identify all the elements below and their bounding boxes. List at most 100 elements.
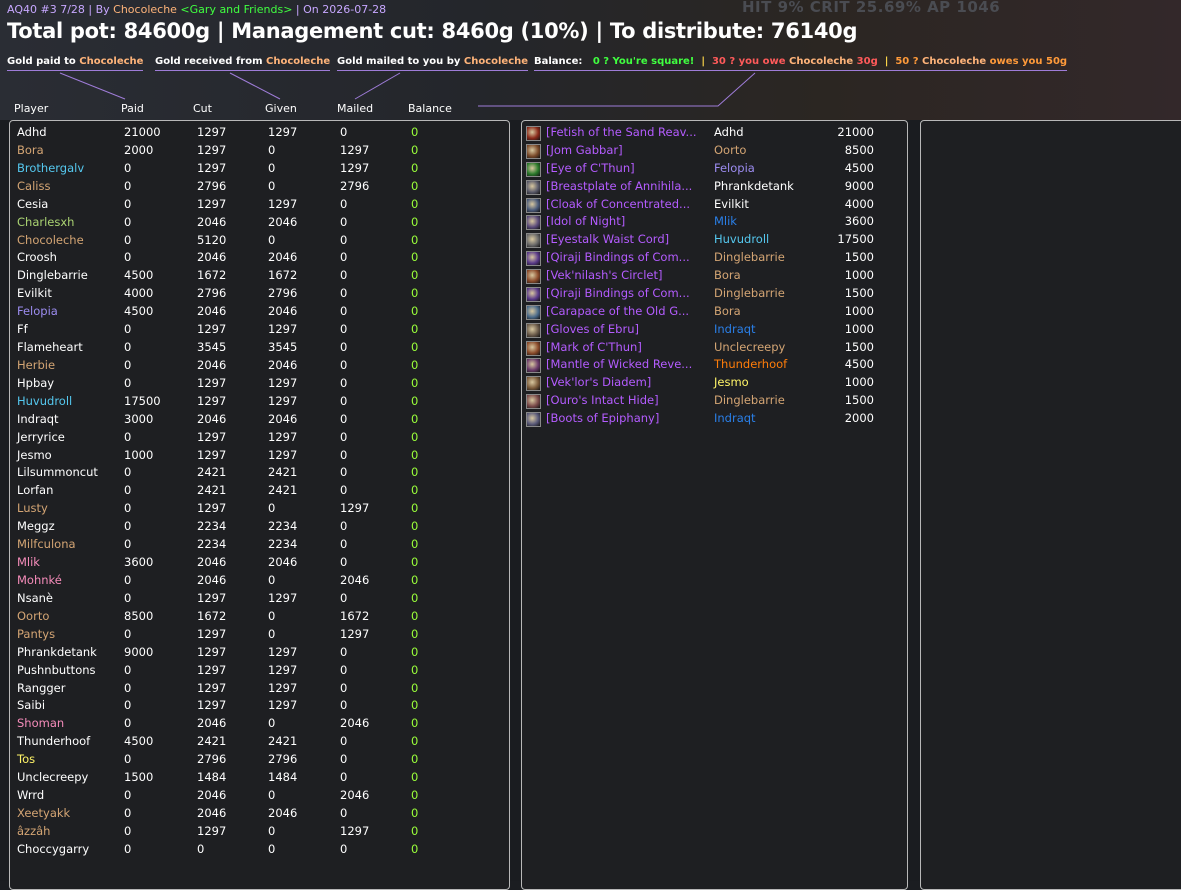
item-link[interactable]: [Gloves of Ebru]	[546, 322, 710, 336]
belt-icon[interactable]	[526, 233, 541, 249]
ring-icon[interactable]	[526, 269, 541, 285]
loot-row[interactable]: [Mark of C'Thun] Unclecreepy 1500	[522, 340, 907, 358]
table-row[interactable]: Rangger 0 1297 1297 0 0	[10, 681, 509, 699]
item-link[interactable]: [Idol of Night]	[546, 214, 710, 228]
idol-icon[interactable]	[526, 215, 541, 231]
table-row[interactable]: Croosh 0 2046 2046 0 0	[10, 250, 509, 268]
table-row[interactable]: Jesmo 1000 1297 1297 0 0	[10, 448, 509, 466]
item-link[interactable]: [Ouro's Intact Hide]	[546, 393, 710, 407]
table-row[interactable]: Xeetyakk 0 2046 2046 0 0	[10, 806, 509, 824]
player-name: Mohnké	[17, 573, 62, 587]
table-row[interactable]: Pantys 0 1297 0 1297 0	[10, 627, 509, 645]
loot-row[interactable]: [Ouro's Intact Hide] Dinglebarrie 1500	[522, 393, 907, 411]
table-row[interactable]: Oorto 8500 1672 0 1672 0	[10, 609, 509, 627]
skull-icon[interactable]	[526, 126, 541, 141]
bracer-icon[interactable]	[526, 286, 541, 302]
head-icon[interactable]	[526, 143, 541, 159]
table-row[interactable]: Lorfan 0 2421 2421 0 0	[10, 483, 509, 501]
table-row[interactable]: Tos 0 2796 2796 0 0	[10, 752, 509, 770]
gloves-icon[interactable]	[526, 322, 541, 338]
table-row[interactable]: Hpbay 0 1297 1297 0 0	[10, 376, 509, 394]
table-row[interactable]: âzzâh 0 1297 0 1297 0	[10, 824, 509, 842]
table-row[interactable]: Charlesxh 0 2046 2046 0 0	[10, 215, 509, 233]
loot-row[interactable]: [Eyestalk Waist Cord] Huvudroll 17500	[522, 232, 907, 250]
cloak-icon[interactable]	[526, 197, 541, 213]
table-row[interactable]: Nsanè 0 1297 1297 0 0	[10, 591, 509, 609]
loot-row[interactable]: [Mantle of Wicked Reve... Thunderhoof 4500	[522, 357, 907, 375]
table-row[interactable]: Choccygarry 0 0 0 0 0	[10, 842, 509, 860]
table-row[interactable]: Milfculona 0 2234 2234 0 0	[10, 537, 509, 555]
players-table-panel[interactable]: Adhd 21000 1297 1297 0 0 Bora 2000 1297 0 1297 0 Bro…	[9, 120, 510, 890]
player-cut: 1484	[197, 770, 227, 785]
mark-icon[interactable]	[526, 340, 541, 356]
loot-list-panel[interactable]: [Fetish of the Sand Reav... Adhd 21000 [Jom…	[521, 120, 908, 890]
table-row[interactable]: Brothergalv 0 1297 0 1297 0	[10, 161, 509, 179]
table-row[interactable]: Bora 2000 1297 0 1297 0	[10, 143, 509, 161]
player-given: 0	[268, 160, 276, 175]
table-row[interactable]: Huvudroll 17500 1297 1297 0 0	[10, 394, 509, 412]
eye-icon[interactable]	[526, 161, 541, 177]
item-link[interactable]: [Cloak of Concentrated...	[546, 197, 710, 211]
loot-row[interactable]: [Carapace of the Old G... Bora 1000	[522, 304, 907, 322]
bracer-icon[interactable]	[526, 251, 541, 267]
table-row[interactable]: Evilkit 4000 2796 2796 0 0	[10, 286, 509, 304]
table-row[interactable]: Ff 0 1297 1297 0 0	[10, 322, 509, 340]
table-row[interactable]: Cesia 0 1297 1297 0 0	[10, 197, 509, 215]
player-mailed: 1672	[340, 608, 370, 623]
table-row[interactable]: Mlik 3600 2046 2046 0 0	[10, 555, 509, 573]
loot-row[interactable]: [Gloves of Ebru] Indraqt 1000	[522, 322, 907, 340]
table-row[interactable]: Shoman 0 2046 0 2046 0	[10, 716, 509, 734]
helm-icon[interactable]	[526, 376, 541, 392]
table-row[interactable]: Flameheart 0 3545 3545 0 0	[10, 340, 509, 358]
item-link[interactable]: [Fetish of the Sand Reav...	[546, 125, 710, 139]
table-row[interactable]: Caliss 0 2796 0 2796 0	[10, 179, 509, 197]
table-row[interactable]: Unclecreepy 1500 1484 1484 0 0	[10, 770, 509, 788]
loot-row[interactable]: [Jom Gabbar] Oorto 8500	[522, 143, 907, 161]
item-link[interactable]: [Jom Gabbar]	[546, 143, 710, 157]
item-link[interactable]: [Vek'lor's Diadem]	[546, 375, 710, 389]
table-row[interactable]: Lilsummoncut 0 2421 2421 0 0	[10, 465, 509, 483]
loot-row[interactable]: [Qiraji Bindings of Com... Dinglebarrie 15…	[522, 250, 907, 268]
item-link[interactable]: [Eyestalk Waist Cord]	[546, 232, 710, 246]
table-row[interactable]: Thunderhoof 4500 2421 2421 0 0	[10, 734, 509, 752]
table-row[interactable]: Herbie 0 2046 2046 0 0	[10, 358, 509, 376]
item-link[interactable]: [Mantle of Wicked Reve...	[546, 357, 710, 371]
table-row[interactable]: Dinglebarrie 4500 1672 1672 0 0	[10, 268, 509, 286]
table-row[interactable]: Saibi 0 1297 1297 0 0	[10, 698, 509, 716]
loot-row[interactable]: [Qiraji Bindings of Com... Dinglebarrie 15…	[522, 286, 907, 304]
loot-row[interactable]: [Cloak of Concentrated... Evilkit 4000	[522, 197, 907, 215]
table-row[interactable]: Meggz 0 2234 2234 0 0	[10, 519, 509, 537]
loot-row[interactable]: [Vek'lor's Diadem] Jesmo 1000	[522, 375, 907, 393]
item-link[interactable]: [Qiraji Bindings of Com...	[546, 286, 710, 300]
loot-row[interactable]: [Fetish of the Sand Reav... Adhd 21000	[522, 125, 907, 143]
item-link[interactable]: [Breastplate of Annihila...	[546, 179, 710, 193]
loot-row[interactable]: [Breastplate of Annihila... Phrankdetank 9…	[522, 179, 907, 197]
table-row[interactable]: Wrrd 0 2046 0 2046 0	[10, 788, 509, 806]
item-link[interactable]: [Vek'nilash's Circlet]	[546, 268, 710, 282]
table-row[interactable]: Adhd 21000 1297 1297 0 0	[10, 125, 509, 143]
table-row[interactable]: Mohnké 0 2046 0 2046 0	[10, 573, 509, 591]
hide-icon[interactable]	[526, 394, 541, 410]
item-link[interactable]: [Qiraji Bindings of Com...	[546, 250, 710, 264]
table-row[interactable]: Jerryrice 0 1297 1297 0 0	[10, 430, 509, 448]
shield-icon[interactable]	[526, 304, 541, 320]
player-mailed: 0	[340, 805, 348, 820]
loot-row[interactable]: [Vek'nilash's Circlet] Bora 1000	[522, 268, 907, 286]
table-row[interactable]: Felopia 4500 2046 2046 0 0	[10, 304, 509, 322]
table-row[interactable]: Chocoleche 0 5120 0 0 0	[10, 233, 509, 251]
item-link[interactable]: [Mark of C'Thun]	[546, 340, 710, 354]
item-link[interactable]: [Carapace of the Old G...	[546, 304, 710, 318]
loot-row[interactable]: [Idol of Night] Mlik 3600	[522, 214, 907, 232]
loot-row[interactable]: [Boots of Epiphany] Indraqt 2000	[522, 411, 907, 429]
table-row[interactable]: Lusty 0 1297 0 1297 0	[10, 501, 509, 519]
boots-icon[interactable]	[526, 412, 541, 428]
column-header-cut: Cut	[193, 102, 212, 115]
table-row[interactable]: Indraqt 3000 2046 2046 0 0	[10, 412, 509, 430]
item-link[interactable]: [Boots of Epiphany]	[546, 411, 710, 425]
table-row[interactable]: Pushnbuttons 0 1297 1297 0 0	[10, 663, 509, 681]
armor-icon[interactable]	[526, 179, 541, 195]
loot-row[interactable]: [Eye of C'Thun] Felopia 4500	[522, 161, 907, 179]
item-link[interactable]: [Eye of C'Thun]	[546, 161, 710, 175]
table-row[interactable]: Phrankdetank 9000 1297 1297 0 0	[10, 645, 509, 663]
shoulder-icon[interactable]	[526, 358, 541, 374]
